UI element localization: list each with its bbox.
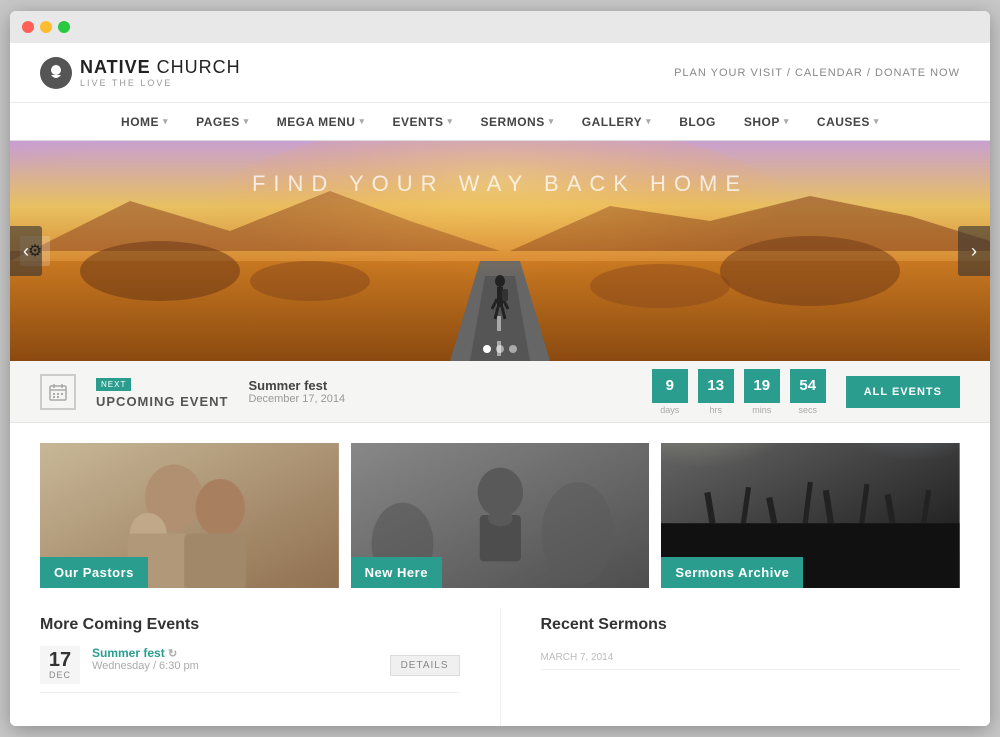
close-dot[interactable] xyxy=(22,21,34,33)
our-pastors-label: Our Pastors xyxy=(40,557,148,588)
hero-dot-1[interactable] xyxy=(483,345,491,353)
days-label: days xyxy=(660,405,679,415)
vertical-divider xyxy=(500,608,501,726)
chevron-down-icon: ▾ xyxy=(784,116,789,127)
chevron-down-icon: ▾ xyxy=(448,116,453,127)
chevron-down-icon: ▾ xyxy=(359,116,364,127)
event-month-label: DEC xyxy=(49,670,71,680)
hero-banner: FIND YOUR WAY BACK HOME ⚙ ‹ › xyxy=(10,141,990,361)
count-mins: 19 mins xyxy=(744,369,780,415)
event-date: December 17, 2014 xyxy=(248,393,631,405)
browser-window: NATIVE CHURCH LIVE THE LOVE PLAN YOUR VI… xyxy=(10,11,990,726)
nav-item-pages[interactable]: PAGES ▾ xyxy=(182,103,263,141)
nav-item-blog[interactable]: BLOG xyxy=(665,103,730,141)
nav-item-events[interactable]: EVENTS ▾ xyxy=(379,103,467,141)
minimize-dot[interactable] xyxy=(40,21,52,33)
sermons-archive-label: Sermons Archive xyxy=(661,557,803,588)
logo-tagline: LIVE THE LOVE xyxy=(80,78,241,88)
nav-item-causes[interactable]: CAUSES ▾ xyxy=(803,103,893,141)
logo-name: NATIVE CHURCH xyxy=(80,57,241,78)
next-badge: NEXT xyxy=(96,378,131,391)
hero-heading: FIND YOUR WAY BACK HOME xyxy=(10,171,990,197)
event-time: Wednesday / 6:30 pm xyxy=(92,660,378,672)
browser-chrome xyxy=(10,11,990,43)
chevron-right-icon: › xyxy=(971,241,977,262)
nav-item-shop[interactable]: SHOP ▾ xyxy=(730,103,803,141)
recent-sermons-section: Recent Sermons MARCH 7, 2014 xyxy=(541,608,961,726)
event-name: Summer fest xyxy=(248,378,631,393)
site-header: NATIVE CHURCH LIVE THE LOVE PLAN YOUR VI… xyxy=(10,43,990,103)
secs-number: 54 xyxy=(790,369,826,403)
event-day-number: 17 xyxy=(49,650,71,670)
our-pastors-card[interactable]: Our Pastors xyxy=(40,443,339,588)
sermon-date: MARCH 7, 2014 xyxy=(541,652,961,663)
nav-item-home[interactable]: HOME ▾ xyxy=(107,103,182,141)
refresh-icon: ↻ xyxy=(168,648,177,660)
chevron-down-icon: ▾ xyxy=(244,116,249,127)
events-bar: NEXT UPCOMING EVENT Summer fest December… xyxy=(10,361,990,423)
recent-sermons-title: Recent Sermons xyxy=(541,608,961,634)
main-navigation: HOME ▾ PAGES ▾ MEGA MENU ▾ EVENTS ▾ SERM… xyxy=(10,103,990,141)
chevron-down-icon: ▾ xyxy=(646,116,651,127)
hero-dot-2[interactable] xyxy=(496,345,504,353)
count-secs: 54 secs xyxy=(790,369,826,415)
hero-next-button[interactable]: › xyxy=(958,226,990,276)
hero-dot-3[interactable] xyxy=(509,345,517,353)
nav-item-gallery[interactable]: GALLERY ▾ xyxy=(568,103,665,141)
mins-number: 19 xyxy=(744,369,780,403)
event-info: Summer fest December 17, 2014 xyxy=(248,378,631,405)
chevron-down-icon: ▾ xyxy=(874,116,879,127)
nav-item-sermons[interactable]: SERMONS ▾ xyxy=(467,103,568,141)
chevron-left-icon: ‹ xyxy=(23,241,29,262)
cards-section: Our Pastors xyxy=(10,423,990,608)
sermon-item: MARCH 7, 2014 xyxy=(541,646,961,670)
hero-prev-button[interactable]: ‹ xyxy=(10,226,42,276)
chevron-down-icon: ▾ xyxy=(549,116,554,127)
logo-text: NATIVE CHURCH LIVE THE LOVE xyxy=(80,57,241,88)
sermons-archive-card[interactable]: Sermons Archive xyxy=(661,443,960,588)
event-date-block: 17 DEC xyxy=(40,646,80,684)
nav-list: HOME ▾ PAGES ▾ MEGA MENU ▾ EVENTS ▾ SERM… xyxy=(107,103,893,141)
new-here-card[interactable]: New Here xyxy=(351,443,650,588)
mins-label: mins xyxy=(752,405,771,415)
logo[interactable]: NATIVE CHURCH LIVE THE LOVE xyxy=(40,57,241,89)
browser-content: NATIVE CHURCH LIVE THE LOVE PLAN YOUR VI… xyxy=(10,43,990,726)
calendar-icon xyxy=(40,374,76,410)
bottom-section: More Coming Events 17 DEC Summer fest ↻ … xyxy=(10,608,990,726)
secs-label: secs xyxy=(798,405,817,415)
event-details: Summer fest ↻ Wednesday / 6:30 pm xyxy=(92,646,378,672)
details-button[interactable]: DETAILS xyxy=(390,655,460,676)
logo-icon xyxy=(40,57,72,89)
all-events-button[interactable]: ALL EVENTS xyxy=(846,376,960,408)
count-hrs: 13 hrs xyxy=(698,369,734,415)
new-here-label: New Here xyxy=(351,557,442,588)
days-number: 9 xyxy=(652,369,688,403)
event-row: 17 DEC Summer fest ↻ Wednesday / 6:30 pm… xyxy=(40,646,460,693)
hero-dots xyxy=(483,345,517,353)
nav-item-mega-menu[interactable]: MEGA MENU ▾ xyxy=(263,103,379,141)
upcoming-label: UPCOMING EVENT xyxy=(96,394,228,409)
event-title[interactable]: Summer fest ↻ xyxy=(92,646,378,660)
header-nav-links[interactable]: PLAN YOUR VISIT / CALENDAR / DONATE NOW xyxy=(674,67,960,79)
count-days: 9 days xyxy=(652,369,688,415)
upcoming-event-label: NEXT UPCOMING EVENT xyxy=(96,374,228,409)
more-events-title: More Coming Events xyxy=(40,608,460,634)
maximize-dot[interactable] xyxy=(58,21,70,33)
hrs-label: hrs xyxy=(709,405,722,415)
more-events-section: More Coming Events 17 DEC Summer fest ↻ … xyxy=(40,608,460,726)
hrs-number: 13 xyxy=(698,369,734,403)
countdown-timer: 9 days 13 hrs 19 mins 54 secs xyxy=(652,369,826,415)
chevron-down-icon: ▾ xyxy=(163,116,168,127)
